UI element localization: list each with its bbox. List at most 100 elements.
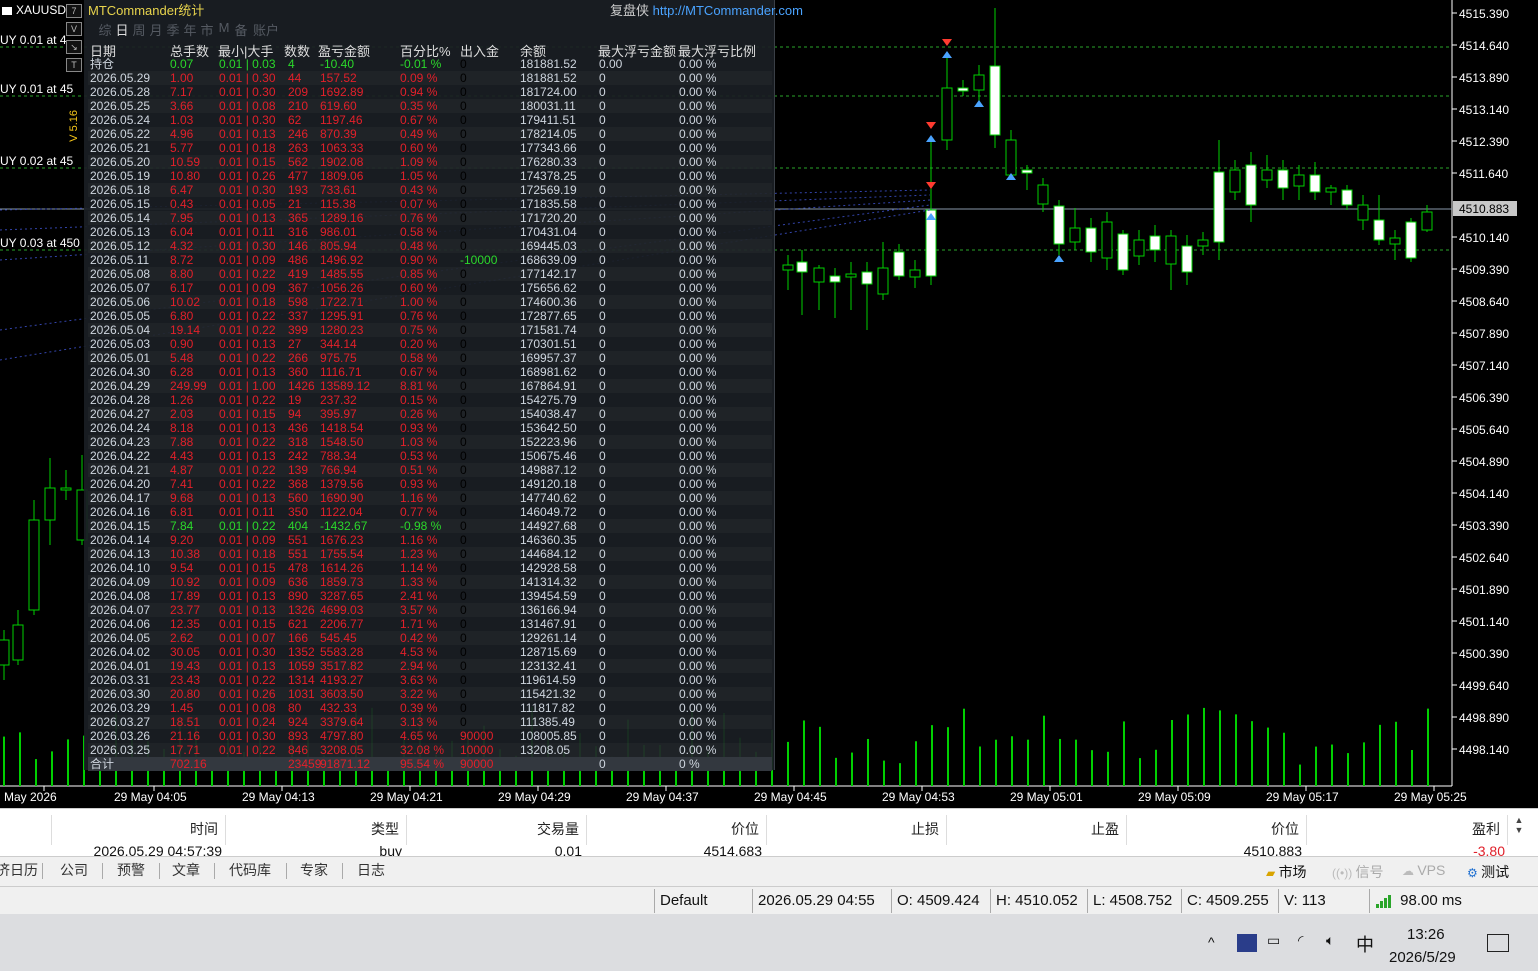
- trade-col-header-6[interactable]: 价位: [1271, 819, 1299, 839]
- stats-cell-7: 172877.65: [520, 309, 577, 323]
- column-divider: [406, 815, 407, 845]
- terminal-tab-0[interactable]: 济日历: [0, 860, 38, 880]
- stats-cell-5: 0.60 %: [400, 141, 438, 155]
- stats-row: 2026.04.21 4.87 0.01 | 0.22 139 766.94 0.51 %…: [88, 463, 772, 477]
- terminal-tab-4[interactable]: 代码库: [229, 860, 271, 880]
- candle-body: [1021, 169, 1033, 174]
- stats-cell-1: 6.47: [170, 183, 194, 197]
- volume-icon[interactable]: 🔈︎: [1326, 932, 1334, 949]
- stats-cell-7: 147740.62: [520, 491, 577, 505]
- stats-cell-5: 1.14 %: [400, 561, 438, 575]
- panel-tab-4[interactable]: 季: [166, 20, 180, 39]
- buy-arrow-icon: [974, 100, 984, 107]
- brand-url[interactable]: http://MTCommander.com: [653, 3, 803, 18]
- terminal-tab-3[interactable]: 文章: [172, 860, 200, 880]
- trade-table-scrollbar[interactable]: ▲ ▼: [1512, 815, 1526, 855]
- chart-ctl-button-2[interactable]: V: [66, 22, 82, 36]
- stats-cell-5: -0.98 %: [400, 519, 442, 533]
- candle-body: [957, 87, 969, 92]
- status-link-0[interactable]: ▰ 市场: [1266, 862, 1307, 882]
- stats-cell-5: 0.94 %: [400, 85, 438, 99]
- terminal-tab-2[interactable]: 预警: [117, 860, 145, 880]
- trade-col-header-2[interactable]: 交易量: [537, 819, 579, 839]
- battery-icon[interactable]: ▭: [1267, 932, 1280, 949]
- stats-cell-1: 8.72: [170, 253, 194, 267]
- scroll-down-icon[interactable]: ▼: [1512, 825, 1526, 835]
- stats-cell-3: 209: [288, 85, 309, 99]
- stats-cell-2: 0.01 | 0.08: [219, 99, 276, 113]
- stats-cell-9: 0.00 %: [679, 337, 717, 351]
- status-profile[interactable]: Default: [660, 892, 708, 909]
- stats-cell-0: 2026.05.06: [90, 295, 151, 309]
- panel-tab-0[interactable]: 综: [98, 20, 112, 39]
- notification-icon[interactable]: [1487, 934, 1509, 952]
- time-label: 29 May 04:45: [754, 790, 827, 804]
- stats-cell-6: 0: [460, 407, 467, 421]
- panel-tab-8[interactable]: 备: [234, 20, 248, 39]
- app-tray-icon[interactable]: [1237, 934, 1257, 952]
- connection-status[interactable]: 98.00 ms: [1376, 892, 1462, 909]
- terminal-tab-1[interactable]: 公司: [60, 860, 88, 880]
- stats-row: 2026.03.26 21.16 0.01 | 0.30 893 4797.80 4.65…: [88, 729, 772, 743]
- tab-separator: [42, 863, 43, 879]
- trade-col-header-3[interactable]: 价位: [731, 819, 759, 839]
- stats-cell-2: 0.01 | 0.22: [219, 519, 276, 533]
- tray-expand-icon[interactable]: ^: [1208, 934, 1215, 950]
- panel-tab-3[interactable]: 月: [149, 20, 163, 39]
- panel-tab-7[interactable]: M: [217, 20, 231, 39]
- stats-cell-7: 181724.00: [520, 85, 577, 99]
- scroll-up-icon[interactable]: ▲: [1512, 815, 1526, 825]
- stats-row: 2026.04.23 7.88 0.01 | 0.22 318 1548.50 1.03 …: [88, 435, 772, 449]
- status-link-1[interactable]: ((•)) 信号: [1332, 862, 1384, 882]
- ping-text: 98.00 ms: [1400, 892, 1462, 909]
- panel-tab-6[interactable]: 市: [200, 20, 214, 39]
- terminal-tab-5[interactable]: 专家: [300, 860, 328, 880]
- panel-tab-2[interactable]: 周: [132, 20, 146, 39]
- stats-cell-6: 0: [460, 337, 467, 351]
- stats-cell-7: 149887.12: [520, 463, 577, 477]
- sell-arrow-icon: [942, 39, 952, 46]
- panel-tab-5[interactable]: 年: [183, 20, 197, 39]
- trade-col-header-4[interactable]: 止损: [911, 819, 939, 839]
- column-divider: [946, 815, 947, 845]
- chart-ctl-button-4[interactable]: T: [66, 58, 82, 72]
- stats-cell-9: 0.00 %: [679, 519, 717, 533]
- trade-col-header-0[interactable]: 时间: [190, 819, 218, 839]
- ime-indicator[interactable]: 中: [1356, 931, 1374, 957]
- panel-tab-9[interactable]: 账户: [251, 20, 281, 39]
- candle-body: [1293, 174, 1305, 187]
- stats-cell-6: 0: [460, 169, 467, 183]
- stats-cell-3: 598: [288, 295, 309, 309]
- stats-cell-4: 1122.04: [320, 505, 363, 519]
- stats-cell-5: 1.16 %: [400, 491, 438, 505]
- wifi-icon[interactable]: ◜: [1298, 932, 1303, 949]
- status-link-2[interactable]: ☁ VPS: [1402, 862, 1445, 878]
- candle-body: [1085, 227, 1097, 253]
- stats-cell-2: 0.01 | 0.13: [219, 491, 276, 505]
- status-volume: V: 113: [1284, 892, 1326, 909]
- trade-col-header-7[interactable]: 盈利: [1472, 819, 1500, 839]
- panel-tab-1[interactable]: 日: [115, 20, 129, 39]
- stats-cell-7: 171581.74: [520, 323, 577, 337]
- candle-body: [989, 65, 1001, 136]
- trade-col-header-5[interactable]: 止盈: [1091, 819, 1119, 839]
- stats-cell-5: 1.16 %: [400, 533, 438, 547]
- stats-cell-9: 0.00 %: [679, 561, 717, 575]
- stats-cell-4: 619.60: [320, 99, 357, 113]
- trade-col-header-1[interactable]: 类型: [371, 819, 399, 839]
- stats-cell-4: 3208.05: [320, 743, 364, 757]
- status-link-3[interactable]: ⚙ 测试: [1467, 862, 1509, 882]
- stats-cell-6: 0: [460, 477, 467, 491]
- taskbar-date[interactable]: 2026/5/29: [1389, 949, 1456, 966]
- terminal-tab-6[interactable]: 日志: [357, 860, 385, 880]
- stats-cell-1: 5.77: [170, 141, 194, 155]
- stats-cell-0: 2026.05.13: [90, 225, 151, 239]
- panel-brand[interactable]: 复盘侠 http://MTCommander.com: [610, 0, 803, 19]
- chart-ctl-button-3[interactable]: ↘: [66, 40, 82, 54]
- taskbar-time[interactable]: 13:26: [1407, 926, 1445, 943]
- stats-cell-0: 2026.05.28: [90, 85, 151, 99]
- stats-cell-9: 0.00 %: [679, 673, 717, 687]
- chart-ctl-button-1[interactable]: 7: [66, 4, 82, 18]
- stats-cell-4: 4699.03: [320, 603, 364, 617]
- stats-cell-2: 0.01 | 0.24: [219, 715, 276, 729]
